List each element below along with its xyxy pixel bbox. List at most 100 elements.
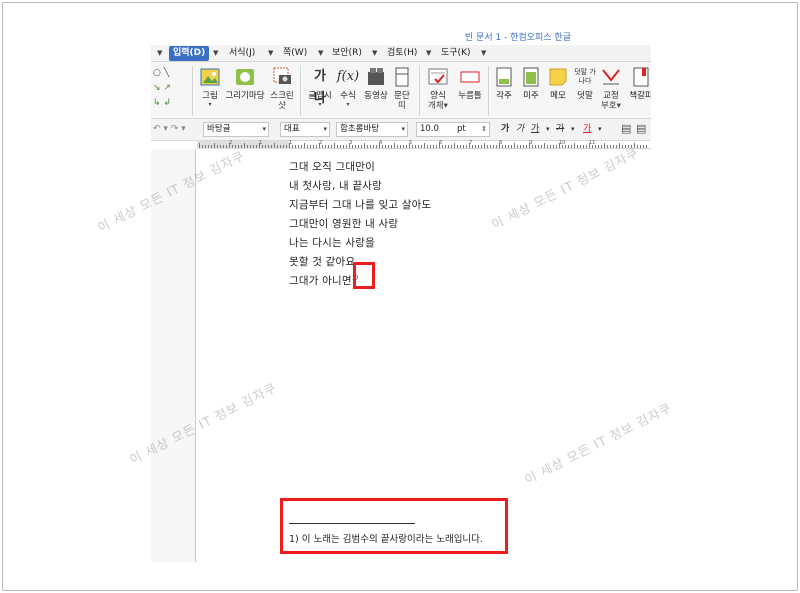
- menu-tools[interactable]: 도구(K): [437, 46, 475, 61]
- doc-line-7[interactable]: 그대가 아니면1): [289, 273, 358, 288]
- strikethrough-button[interactable]: 가: [556, 123, 564, 136]
- ruler-tick: [265, 145, 266, 148]
- ruler-tick: [541, 145, 542, 148]
- ruler-tick: [526, 145, 527, 148]
- chevron-down-icon[interactable]: ▾: [571, 123, 575, 136]
- italic-button[interactable]: 가: [516, 123, 524, 136]
- doc-line-2[interactable]: 내 첫사랑, 내 끝사랑: [289, 178, 382, 193]
- font-color-button[interactable]: 가: [583, 123, 591, 136]
- doc-line-4[interactable]: 그대만이 영원한 내 사랑: [289, 216, 398, 231]
- ruler-tick: [244, 143, 245, 148]
- form-object-button[interactable]: 양식 개체▾: [421, 66, 455, 118]
- endnote-button[interactable]: 미주: [517, 66, 545, 118]
- stepper-icon[interactable]: ⇕: [481, 123, 487, 136]
- ruler-tick: [520, 145, 521, 148]
- style-select[interactable]: 바탕글 ▾: [203, 122, 269, 137]
- bold-button[interactable]: 가: [501, 123, 509, 136]
- ruler-number: 1: [259, 140, 263, 146]
- ruler-tick: [580, 145, 581, 148]
- shape-row-1[interactable]: ○ ╲: [153, 66, 191, 81]
- proofreading-sub: 부호▾: [601, 101, 621, 111]
- screenshot-sub: 샷: [278, 101, 286, 111]
- doc-line-3[interactable]: 지금부터 그대 나를 잊고 살아도: [289, 197, 431, 212]
- ruler-tick: [643, 145, 644, 148]
- memo-button[interactable]: 메모: [544, 66, 572, 118]
- ruler-tick: [574, 143, 575, 148]
- paragraph-band-button[interactable]: 문단 띠: [387, 66, 417, 118]
- ruler-tick: [577, 145, 578, 148]
- doc-line-6[interactable]: 못할 것 같아요: [289, 254, 355, 269]
- ruler-tick: [316, 145, 317, 148]
- menu-caret-icon[interactable]: ▼: [318, 46, 323, 61]
- screenshot-button[interactable]: 스크린 샷: [265, 66, 299, 118]
- ruler-tick: [613, 145, 614, 148]
- ruler-tick: [436, 145, 437, 148]
- ruler-tick: [571, 145, 572, 148]
- menu-caret-icon[interactable]: ▼: [426, 46, 431, 61]
- menu-page[interactable]: 쪽(W): [279, 46, 311, 61]
- menu-caret-icon[interactable]: ▼: [213, 46, 218, 61]
- ruby-text-icon: 덧말 가나다: [574, 68, 596, 85]
- menu-caret-icon[interactable]: ▼: [157, 46, 162, 61]
- drawing-gallery-button[interactable]: 그리기마당: [225, 66, 265, 118]
- font-value: 함초롬바탕: [340, 124, 380, 134]
- bookmark-button[interactable]: 책갈피: [623, 66, 651, 118]
- ruby-text-button[interactable]: 덧말 가나다 덧말: [571, 66, 599, 118]
- ruler-number: 6: [439, 140, 443, 146]
- shape-gallery[interactable]: ○ ╲ ↘ ↗ ↳ ↲: [153, 66, 191, 114]
- ribbon-separator: [300, 66, 301, 116]
- proofreading-button[interactable]: 교정 부호▾: [597, 66, 625, 118]
- ruler-tick: [214, 143, 215, 148]
- underline-button[interactable]: 가: [531, 123, 539, 136]
- undo-icon[interactable]: ↶ ▾ ↷ ▾: [153, 123, 186, 136]
- ruler-tick: [421, 145, 422, 148]
- click-field-button[interactable]: 누름틀: [453, 66, 487, 118]
- align-left-icon[interactable]: ▤: [621, 123, 631, 135]
- proofreading-icon: [602, 69, 620, 85]
- ruler-tick: [376, 145, 377, 148]
- endnote-icon: [523, 67, 539, 87]
- align-justify-icon[interactable]: ▤: [636, 123, 646, 135]
- picture-button[interactable]: 그림 ▾: [193, 66, 227, 118]
- ruler-tick: [463, 145, 464, 148]
- font-size-field[interactable]: 10.0 pt ⇕: [416, 122, 490, 137]
- language-select[interactable]: 대표 ▾: [280, 122, 330, 137]
- picture-label: 그림: [202, 91, 218, 101]
- menu-format[interactable]: 서식(J): [225, 46, 259, 61]
- ruby-text-label: 덧말: [577, 91, 593, 101]
- ruler-tick: [478, 145, 479, 148]
- footnote-icon: [496, 67, 512, 87]
- footnote-button[interactable]: 각주: [490, 66, 518, 118]
- menu-input[interactable]: 입력(D): [169, 46, 210, 61]
- menu-caret-icon[interactable]: ▼: [268, 46, 273, 61]
- font-select[interactable]: 함초롬바탕 ▾: [336, 122, 408, 137]
- menu-review[interactable]: 검토(H): [383, 46, 421, 61]
- doc-line-1[interactable]: 그대 오직 그대만이: [289, 159, 375, 174]
- chevron-down-icon: ▾: [323, 125, 327, 133]
- menu-caret-icon[interactable]: ▼: [481, 46, 486, 61]
- shape-row-3[interactable]: ↳ ↲: [153, 96, 191, 111]
- chevron-down-icon[interactable]: ▾: [546, 123, 550, 136]
- ruler-tick: [274, 143, 275, 148]
- doc-line-5[interactable]: 나는 다시는 사랑을: [289, 235, 375, 250]
- menu-security[interactable]: 보안(R): [328, 46, 366, 61]
- ruler-tick: [535, 145, 536, 148]
- menu-caret-icon[interactable]: ▼: [372, 46, 377, 61]
- chevron-down-icon[interactable]: ▾: [598, 123, 602, 136]
- ruler-tick: [460, 145, 461, 148]
- ruler-tick: [433, 145, 434, 148]
- ruler-tick: [226, 145, 227, 148]
- ruler-tick: [313, 145, 314, 148]
- shape-row-2[interactable]: ↘ ↗: [153, 81, 191, 96]
- menu-bar: ▼ 입력(D) ▼ 서식(J) ▼ 쪽(W) ▼ 보안(R) ▼ 검토(H) ▼…: [151, 45, 651, 62]
- footnote-label: 각주: [496, 91, 512, 101]
- ruler-tick: [544, 143, 545, 148]
- ruler-tick: [268, 145, 269, 148]
- ruler-tick: [220, 145, 221, 148]
- formatting-toolbar: ↶ ▾ ↷ ▾ 바탕글 ▾ 대표 ▾ 함초롬바탕 ▾ 10.0 pt ⇕ 가 가 가 …: [151, 119, 651, 141]
- ruler-tick: [307, 145, 308, 148]
- ruler-number: 10: [559, 140, 566, 146]
- horizontal-ruler[interactable]: 2 1 1 2 3 4 5 6 7 8 9 10 11: [197, 140, 651, 149]
- memo-icon: [549, 68, 567, 86]
- ruler-tick: [217, 145, 218, 148]
